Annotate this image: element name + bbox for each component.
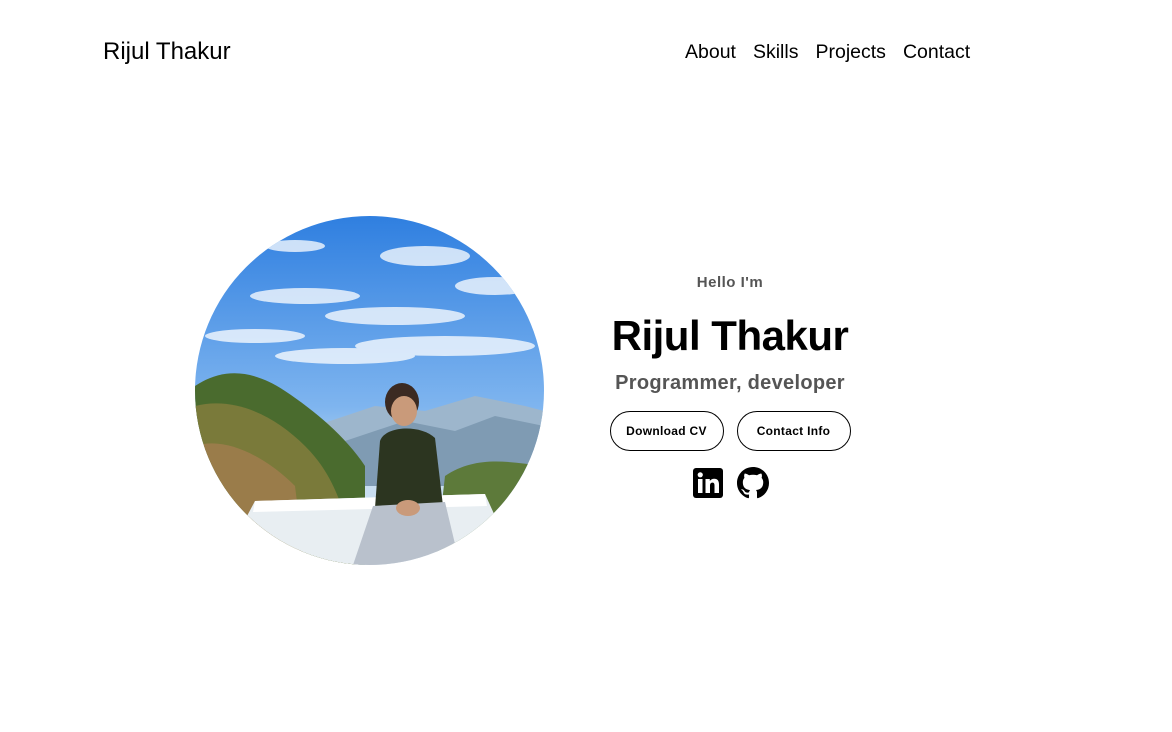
- linkedin-icon[interactable]: [692, 467, 724, 499]
- greeting-text: Hello I'm: [696, 274, 764, 291]
- nav-link-about[interactable]: About: [685, 41, 736, 63]
- nav-link-skills[interactable]: Skills: [753, 41, 799, 63]
- top-nav: Rijul Thakur About Skills Projects Conta…: [0, 0, 1172, 104]
- nav-link-contact[interactable]: Contact: [903, 41, 970, 63]
- hero-buttons: Download CV Contact Info: [580, 411, 880, 451]
- site-logo[interactable]: Rijul Thakur: [103, 36, 231, 68]
- nav-links: About Skills Projects Contact: [685, 38, 970, 66]
- nav-link-projects[interactable]: Projects: [815, 41, 885, 63]
- hero-role: Programmer, developer: [615, 372, 845, 394]
- hero-name: Rijul Thakur: [611, 312, 849, 359]
- hero-section: Hello I'm Rijul Thakur Programmer, devel…: [580, 270, 880, 499]
- social-links: [580, 467, 880, 499]
- contact-info-button[interactable]: Contact Info: [736, 411, 851, 451]
- profile-picture: [195, 216, 544, 565]
- download-cv-button[interactable]: Download CV: [609, 411, 724, 451]
- github-icon[interactable]: [736, 467, 769, 499]
